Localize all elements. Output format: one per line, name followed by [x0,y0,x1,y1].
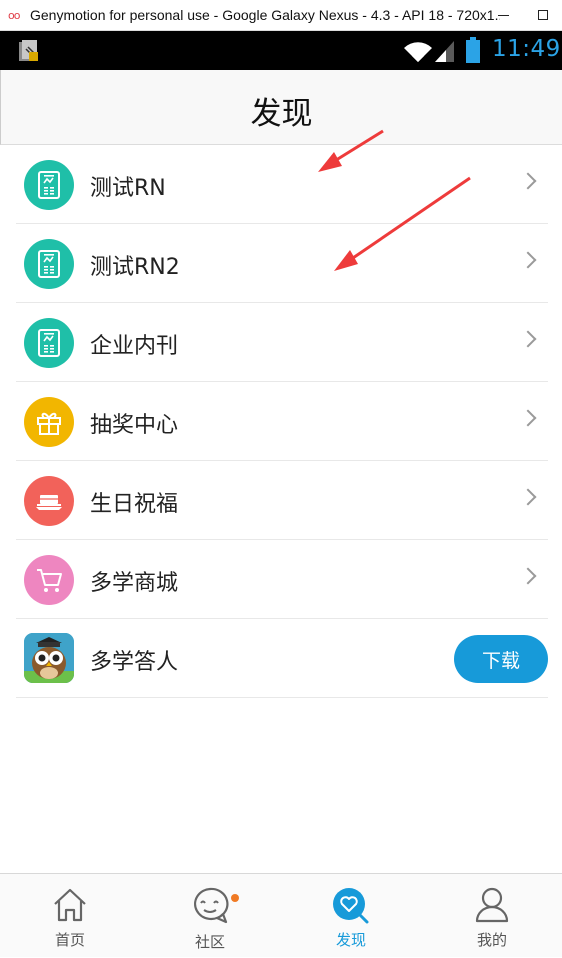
chevron-right-icon [519,251,537,269]
list-item-label: 企业内刊 [90,334,179,359]
document-chart-icon [24,160,74,210]
wifi-icon [404,42,432,62]
cart-icon [24,555,74,605]
list-item-birthday-wishes[interactable]: 生日祝福 [16,461,548,540]
list-item-test-rn[interactable]: 测试RN [16,145,548,224]
genymotion-logo-icon: oo [8,8,20,22]
battery-icon [466,37,480,63]
chat-face-icon [194,887,229,924]
list-item-company-journal[interactable]: 企业内刊 [16,303,548,382]
list-item-label: 测试RN [90,176,166,201]
gift-icon [24,397,74,447]
chevron-right-icon [519,330,537,348]
notification-document-icon [19,40,38,61]
notification-dot [231,894,239,902]
tab-community-label: 社区 [194,933,225,951]
chevron-right-icon [519,409,537,427]
maximize-button[interactable] [533,5,553,25]
download-button[interactable]: 下载 [454,635,548,683]
person-icon [475,887,509,923]
document-chart-icon [24,318,74,368]
chevron-right-icon [519,172,537,190]
bottom-tab-bar: 首页 社区 发现 我的 [0,873,562,957]
document-chart-icon [24,239,74,289]
page-header: 发现 [0,70,562,145]
tab-home-label: 首页 [54,931,85,949]
status-bar: 11:49 [0,31,562,70]
list-item-label: 多学答人 [90,650,179,675]
tab-discover-label: 发现 [335,931,366,949]
page-title: 发现 [250,96,313,132]
list-item-label: 抽奖中心 [90,413,179,438]
window-titlebar: oo Genymotion for personal use - Google … [0,0,562,31]
discover-list: 测试RN 测试RN2 企业内刊 抽奖中心 生日祝福 多学商城 多学答人 下载 [16,145,548,698]
chevron-right-icon [519,567,537,585]
home-icon [54,888,86,922]
list-item-label: 测试RN2 [90,255,180,280]
signal-icon [435,41,454,62]
list-item-duoxue-mall[interactable]: 多学商城 [16,540,548,619]
list-item-label: 多学商城 [90,571,179,596]
list-item-duoxue-daren[interactable]: 多学答人 下载 [16,619,548,698]
owl-app-icon [24,633,74,683]
chevron-right-icon [519,488,537,506]
list-item-label: 生日祝福 [90,492,179,517]
list-item-test-rn2[interactable]: 测试RN2 [16,224,548,303]
discover-heart-icon [333,888,369,924]
tab-discover[interactable]: 发现 [281,874,421,958]
window-title: Genymotion for personal use - Google Gal… [30,7,500,23]
minimize-button[interactable] [493,5,513,25]
tab-mine-label: 我的 [476,931,507,949]
list-item-lottery-center[interactable]: 抽奖中心 [16,382,548,461]
clock-time: 11:49 [492,36,561,62]
tab-mine[interactable]: 我的 [422,874,562,958]
tab-home[interactable]: 首页 [0,874,140,958]
cake-icon [24,476,74,526]
tab-community[interactable]: 社区 [140,874,280,958]
